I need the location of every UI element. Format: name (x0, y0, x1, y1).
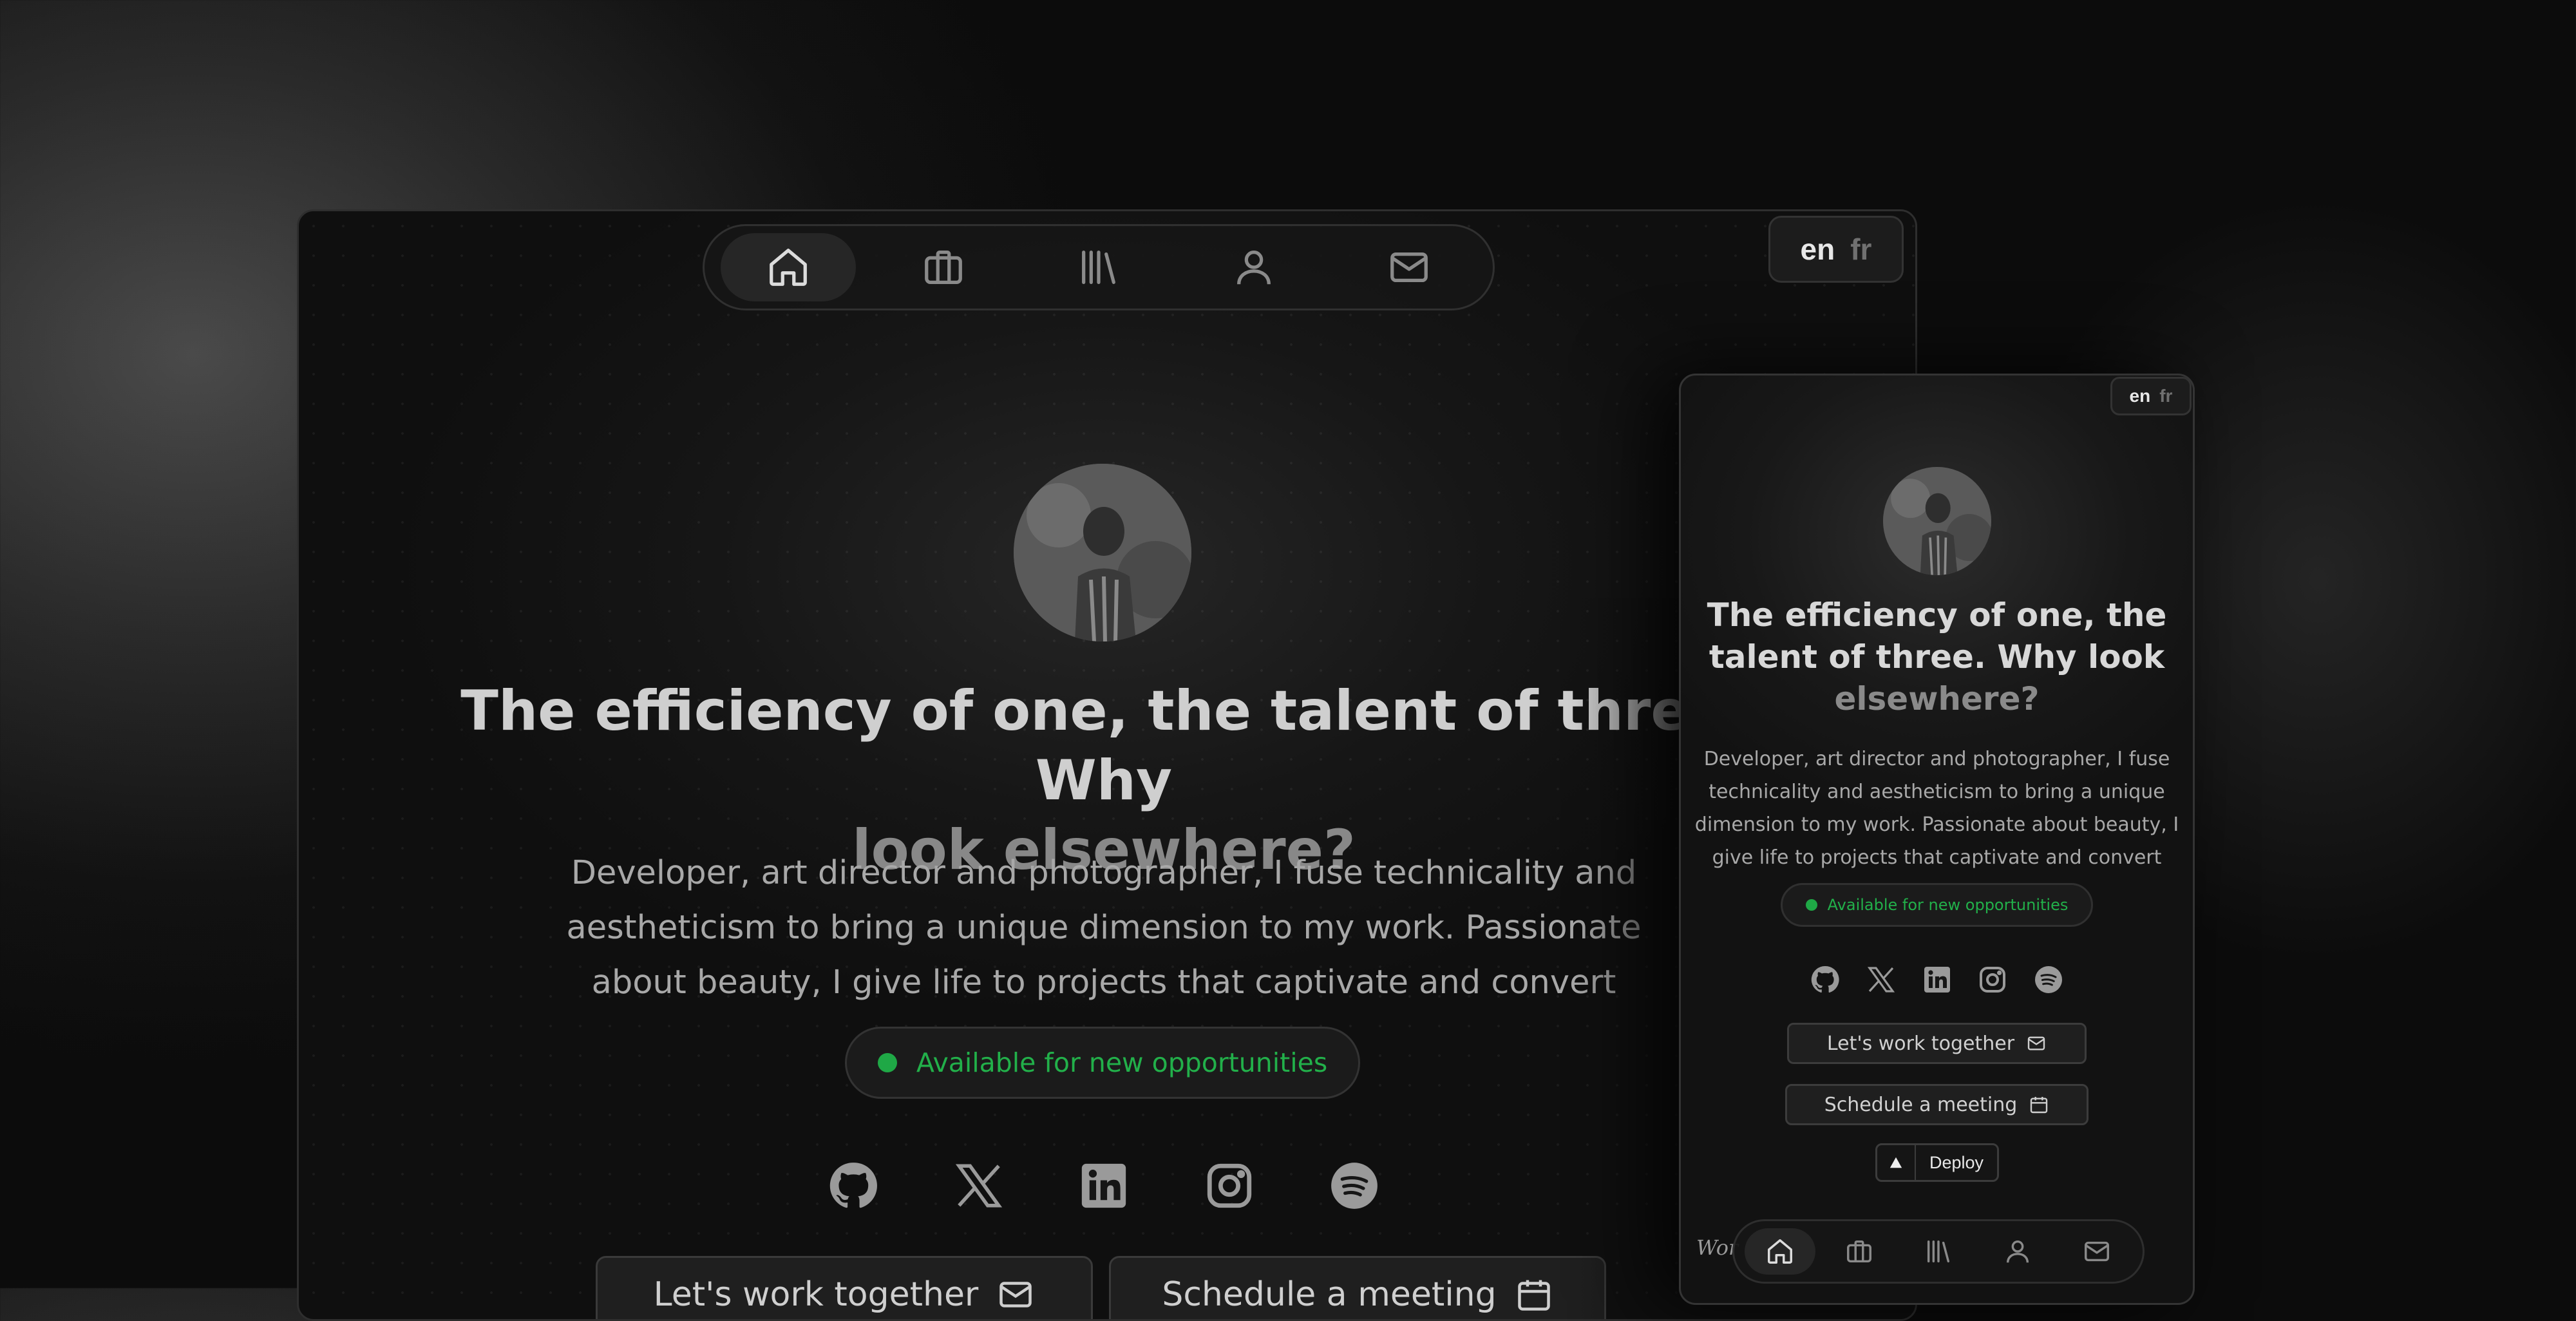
status-dot-icon (877, 1053, 897, 1072)
availability-text: Available for new opportunities (916, 1047, 1328, 1078)
instagram-link[interactable] (1203, 1159, 1256, 1215)
hero-description-line3: about beauty, I give life to projects th… (591, 964, 1616, 1002)
home-icon (1768, 1239, 1793, 1264)
linkedin-icon (1081, 1163, 1126, 1208)
spotify-link[interactable] (1328, 1159, 1381, 1215)
social-links (827, 1148, 1381, 1226)
hero-description: Developer, art director and photographer… (537, 846, 1671, 1010)
mobile-github-link[interactable] (1810, 964, 1841, 998)
mobile-nav-bar (1732, 1219, 2145, 1284)
deploy-label: Deploy (1929, 1152, 1984, 1172)
mobile-hero-title-line1: The efficiency of one, the (1707, 596, 2167, 634)
nav-library[interactable] (1031, 233, 1166, 301)
nav-work[interactable] (876, 233, 1011, 301)
spotify-icon (2035, 965, 2062, 993)
instagram-icon (1207, 1163, 1251, 1208)
x-link[interactable] (952, 1159, 1005, 1215)
nav-about[interactable] (1186, 233, 1321, 301)
mobile-description-line1: Developer, art director and photographer… (1703, 748, 2170, 770)
mobile-description-line3: dimension to my work. Passionate about b… (1694, 813, 2179, 836)
mobile-hero-title: The efficiency of one, the talent of thr… (1694, 594, 2180, 720)
mobile-schedule-meeting-button[interactable]: Schedule a meeting (1785, 1084, 2088, 1125)
mobile-schedule-meeting-label: Schedule a meeting (1824, 1093, 2018, 1116)
x-icon (955, 1164, 1002, 1207)
hero-description-line2: aestheticism to bring a unique dimension… (566, 909, 1642, 947)
spotify-icon (1331, 1162, 1378, 1209)
briefcase-icon (1847, 1240, 1872, 1263)
nav-home[interactable] (721, 233, 857, 301)
mobile-spotify-link[interactable] (2033, 964, 2064, 998)
mobile-preview-window: en fr The efficiency of one, the talent … (1679, 374, 2195, 1305)
home-icon (770, 249, 808, 286)
mobile-avatar (1883, 467, 1991, 575)
lang-fr[interactable]: fr (1850, 232, 1871, 267)
library-icon (1082, 251, 1115, 284)
x-icon (1867, 966, 1895, 993)
mobile-lets-work-together-button[interactable]: Let's work together (1787, 1023, 2087, 1064)
mobile-lets-work-together-label: Let's work together (1826, 1032, 2015, 1055)
mobile-hero-title-line3: elsewhere? (1834, 680, 2040, 718)
mobile-social-links (1810, 958, 2064, 1003)
mail-icon (2084, 1241, 2109, 1262)
deploy-button[interactable]: Deploy (1875, 1143, 1999, 1182)
mobile-description-line4: give life to projects that captivate and… (1712, 846, 2162, 869)
library-icon (1927, 1240, 1950, 1263)
schedule-meeting-button[interactable]: Schedule a meeting (1109, 1256, 1606, 1319)
avatar (1014, 464, 1191, 641)
mobile-nav-about[interactable] (1982, 1228, 2053, 1275)
linkedin-icon (1924, 966, 1950, 993)
status-dot-icon (1805, 899, 1817, 911)
briefcase-icon (925, 251, 963, 284)
schedule-meeting-label: Schedule a meeting (1162, 1275, 1497, 1314)
mail-icon (999, 1282, 1032, 1307)
linkedin-link[interactable] (1077, 1159, 1130, 1215)
availability-badge: Available for new opportunities (845, 1027, 1360, 1099)
mobile-nav-library[interactable] (1903, 1228, 1974, 1275)
mail-icon (2027, 1036, 2045, 1050)
language-switcher: en fr (1768, 216, 1904, 283)
github-icon (829, 1162, 877, 1208)
mobile-lang-fr[interactable]: fr (2159, 386, 2172, 406)
mobile-x-link[interactable] (1866, 964, 1897, 998)
mobile-nav-home[interactable] (1745, 1228, 1816, 1275)
user-icon (2006, 1240, 2029, 1263)
github-link[interactable] (827, 1159, 880, 1215)
mobile-nav-work[interactable] (1824, 1228, 1895, 1275)
desktop-nav-bar (703, 224, 1495, 310)
mobile-hero-title-line2: talent of three. Why look (1709, 638, 2165, 676)
calendar-icon (2031, 1097, 2048, 1114)
mobile-nav-contact[interactable] (2061, 1228, 2132, 1275)
mail-icon (1390, 252, 1428, 283)
calendar-icon (1517, 1280, 1550, 1311)
user-icon (1236, 251, 1271, 285)
mobile-lang-en[interactable]: en (2130, 386, 2151, 406)
mobile-instagram-link[interactable] (1977, 964, 2008, 998)
instagram-icon (1980, 966, 2006, 993)
mobile-hero-description: Developer, art director and photographer… (1694, 743, 2180, 874)
deploy-triangle-icon (1877, 1145, 1916, 1180)
nav-contact[interactable] (1341, 233, 1477, 301)
mobile-availability-badge: Available for new opportunities (1781, 883, 2093, 927)
hero-description-line1: Developer, art director and photographer… (571, 854, 1637, 892)
github-icon (1811, 965, 1839, 993)
lets-work-together-label: Let's work together (653, 1275, 979, 1314)
mobile-availability-text: Available for new opportunities (1827, 896, 2069, 914)
mobile-linkedin-link[interactable] (1922, 964, 1953, 998)
mobile-language-switcher: en fr (2110, 377, 2192, 415)
mobile-description-line2: technicality and aestheticism to bring a… (1709, 781, 2165, 803)
hero-title-line1: The efficiency of one, the talent of thr… (460, 679, 1747, 813)
lets-work-together-button[interactable]: Let's work together (596, 1256, 1093, 1319)
lang-en[interactable]: en (1801, 232, 1835, 267)
desktop-preview-window: en fr The efficiency of one, the talent … (297, 209, 1917, 1321)
